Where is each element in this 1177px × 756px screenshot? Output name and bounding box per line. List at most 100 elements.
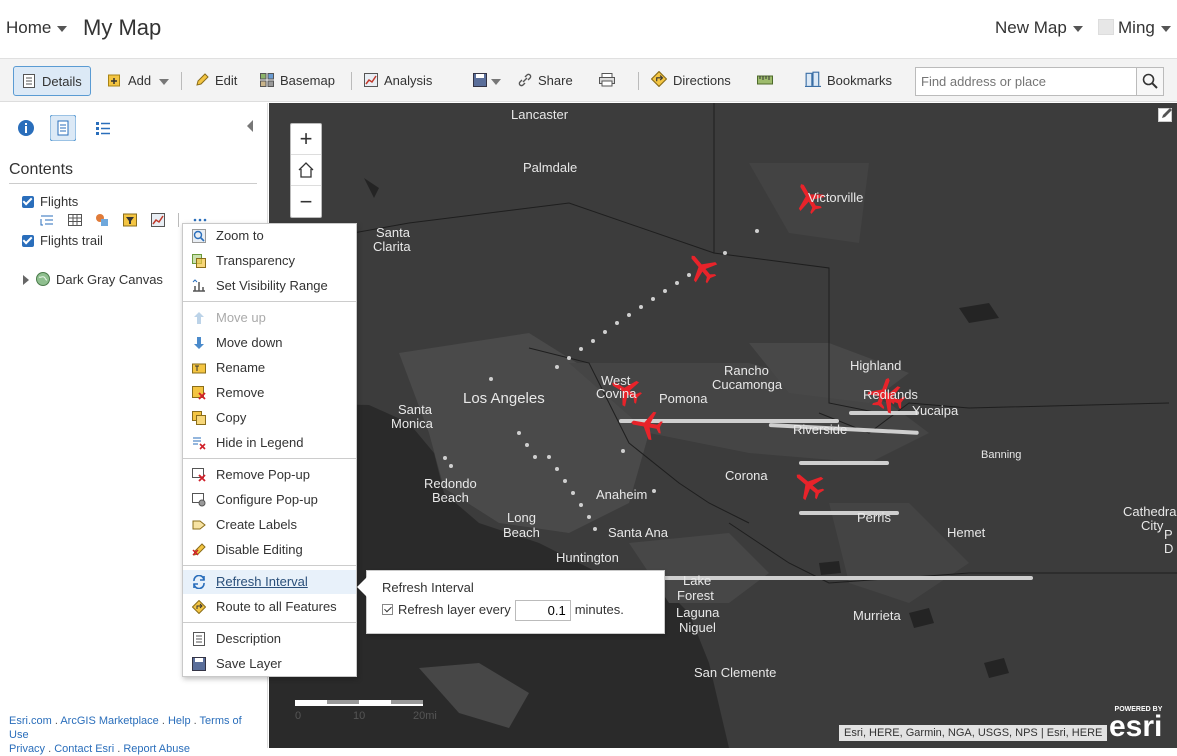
layer-flights-trail[interactable]: Flights trail [22,233,103,248]
divider [9,183,257,184]
zoom-in-button[interactable]: + [291,124,321,155]
menu-divider [183,301,356,302]
menu-item-label: Disable Editing [216,542,303,557]
home-icon [298,162,314,178]
toolbar: Details Add Edit Basemap Analysis Share … [0,58,1177,102]
menu-item-save-layer[interactable]: Save Layer [183,652,356,676]
rename-icon [192,363,206,374]
analysis-button[interactable]: Analysis [364,66,432,96]
map-label: Yucaipa [912,403,959,418]
print-button[interactable] [599,66,621,96]
map-label: Lake [683,573,712,588]
search-button[interactable] [1136,68,1163,95]
print-icon [599,73,615,87]
map-attribution[interactable]: Esri, HERE, Garmin, NGA, USGS, NPS | Esr… [839,725,1108,741]
legend-tab-icon[interactable] [90,115,116,141]
save-menu-button[interactable] [473,66,501,96]
legend-icon[interactable] [40,213,54,227]
directions-label: Directions [673,73,731,88]
menu-item-label: Zoom to [216,228,264,243]
contents-tab-icon[interactable] [50,115,76,141]
refresh-row: Refresh layer every minutes. [382,600,624,621]
layer-basemap[interactable]: Dark Gray Canvas [22,272,163,287]
menu-item-route-all[interactable]: Route to all Features [183,595,356,619]
menu-item-hide-in-legend[interactable]: Hide in Legend [183,431,356,455]
collapse-panel-icon[interactable] [245,119,255,133]
home-menu[interactable]: Home [6,18,68,38]
map-label: Santa [376,225,410,240]
esri-logo[interactable]: POWERED BY esri [1109,706,1162,742]
share-button[interactable]: Share [518,66,573,96]
menu-item-remove[interactable]: Remove [183,381,356,405]
menu-item-label: Copy [216,410,247,425]
footer-link[interactable]: Esri.com [9,715,52,727]
zoom-out-button[interactable]: − [291,186,321,217]
toolbar-divider [351,72,352,90]
copy-icon [192,411,206,425]
layer-checkbox[interactable] [22,196,34,208]
menu-item-visibility-range[interactable]: Set Visibility Range [183,274,356,298]
new-map-label: New Map [995,18,1067,37]
menu-item-move-down[interactable]: Move down [183,331,356,355]
menu-item-zoom-to[interactable]: Zoom to [183,224,356,248]
menu-item-remove-popup[interactable]: Remove Pop-up [183,463,356,487]
map-label: Santa [398,402,432,417]
user-menu[interactable]: Ming [1098,18,1171,38]
add-button[interactable]: Add [108,66,170,96]
menu-item-refresh-interval[interactable]: Refresh Interval [183,570,356,594]
map-view[interactable]: + − Lancaster Palmdale Victorville Santa… [269,103,1177,748]
menu-item-copy[interactable]: Copy [183,406,356,430]
menu-item-transparency[interactable]: Transparency [183,249,356,273]
home-extent-button[interactable] [291,155,321,186]
disable-editing-icon [192,543,206,556]
layer-label: Flights trail [40,233,103,248]
menu-item-rename[interactable]: Rename [183,356,356,380]
popup-title: Refresh Interval [382,580,474,595]
analysis-icon[interactable] [150,212,165,227]
expand-arrow-icon[interactable] [22,275,30,285]
measure-button[interactable] [757,66,779,96]
refresh-checkbox[interactable] [382,603,393,615]
menu-item-create-labels[interactable]: Create Labels [183,513,356,537]
bookmarks-button[interactable]: Bookmarks [805,66,892,96]
directions-button[interactable]: Directions [651,66,731,96]
filter-icon[interactable] [122,213,137,227]
menu-item-move-up: Move up [183,306,356,330]
map-label: Forest [677,588,714,603]
footer-links: Esri.com . ArcGIS Marketplace . Help . T… [9,715,242,755]
menu-item-description[interactable]: Description [183,627,356,651]
details-button[interactable]: Details [13,66,91,96]
arrow-down-icon [194,337,204,349]
menu-item-label: Remove [216,385,265,400]
edit-button[interactable]: Edit [195,66,237,96]
edit-pen-icon[interactable] [1158,106,1174,122]
map-label: Murrieta [853,608,901,623]
refresh-interval-input[interactable] [514,600,571,621]
menu-item-configure-popup[interactable]: Configure Pop-up [183,488,356,512]
menu-item-label: Remove Pop-up [216,467,310,482]
footer-link[interactable]: Report Abuse [123,743,190,755]
search-input[interactable] [916,68,1134,95]
menu-item-label: Rename [216,360,266,375]
contents-heading: Contents [9,161,74,178]
footer-link[interactable]: Contact Esri [54,743,114,755]
about-tab-icon[interactable] [13,115,39,141]
menu-divider [183,565,356,566]
footer-link[interactable]: Help [168,715,191,727]
add-label: Add [128,73,152,88]
footer-link[interactable]: ArcGIS Marketplace [60,715,158,727]
menu-item-disable-editing[interactable]: Disable Editing [183,538,356,562]
menu-item-label: Transparency [216,253,295,268]
chevron-down-icon [1160,25,1171,32]
map-label: Cathedra [1123,504,1177,519]
search-box [915,67,1164,96]
add-icon [108,74,120,87]
layer-checkbox[interactable] [22,235,34,247]
change-style-icon[interactable] [95,213,109,227]
basemap-button[interactable]: Basemap [260,66,335,96]
layer-flights[interactable]: Flights [22,194,78,209]
table-icon[interactable] [67,213,82,227]
new-map-menu[interactable]: New Map [995,18,1083,38]
footer-link[interactable]: Privacy [9,743,45,755]
scale-bar: 0 10 20mi [295,700,437,722]
